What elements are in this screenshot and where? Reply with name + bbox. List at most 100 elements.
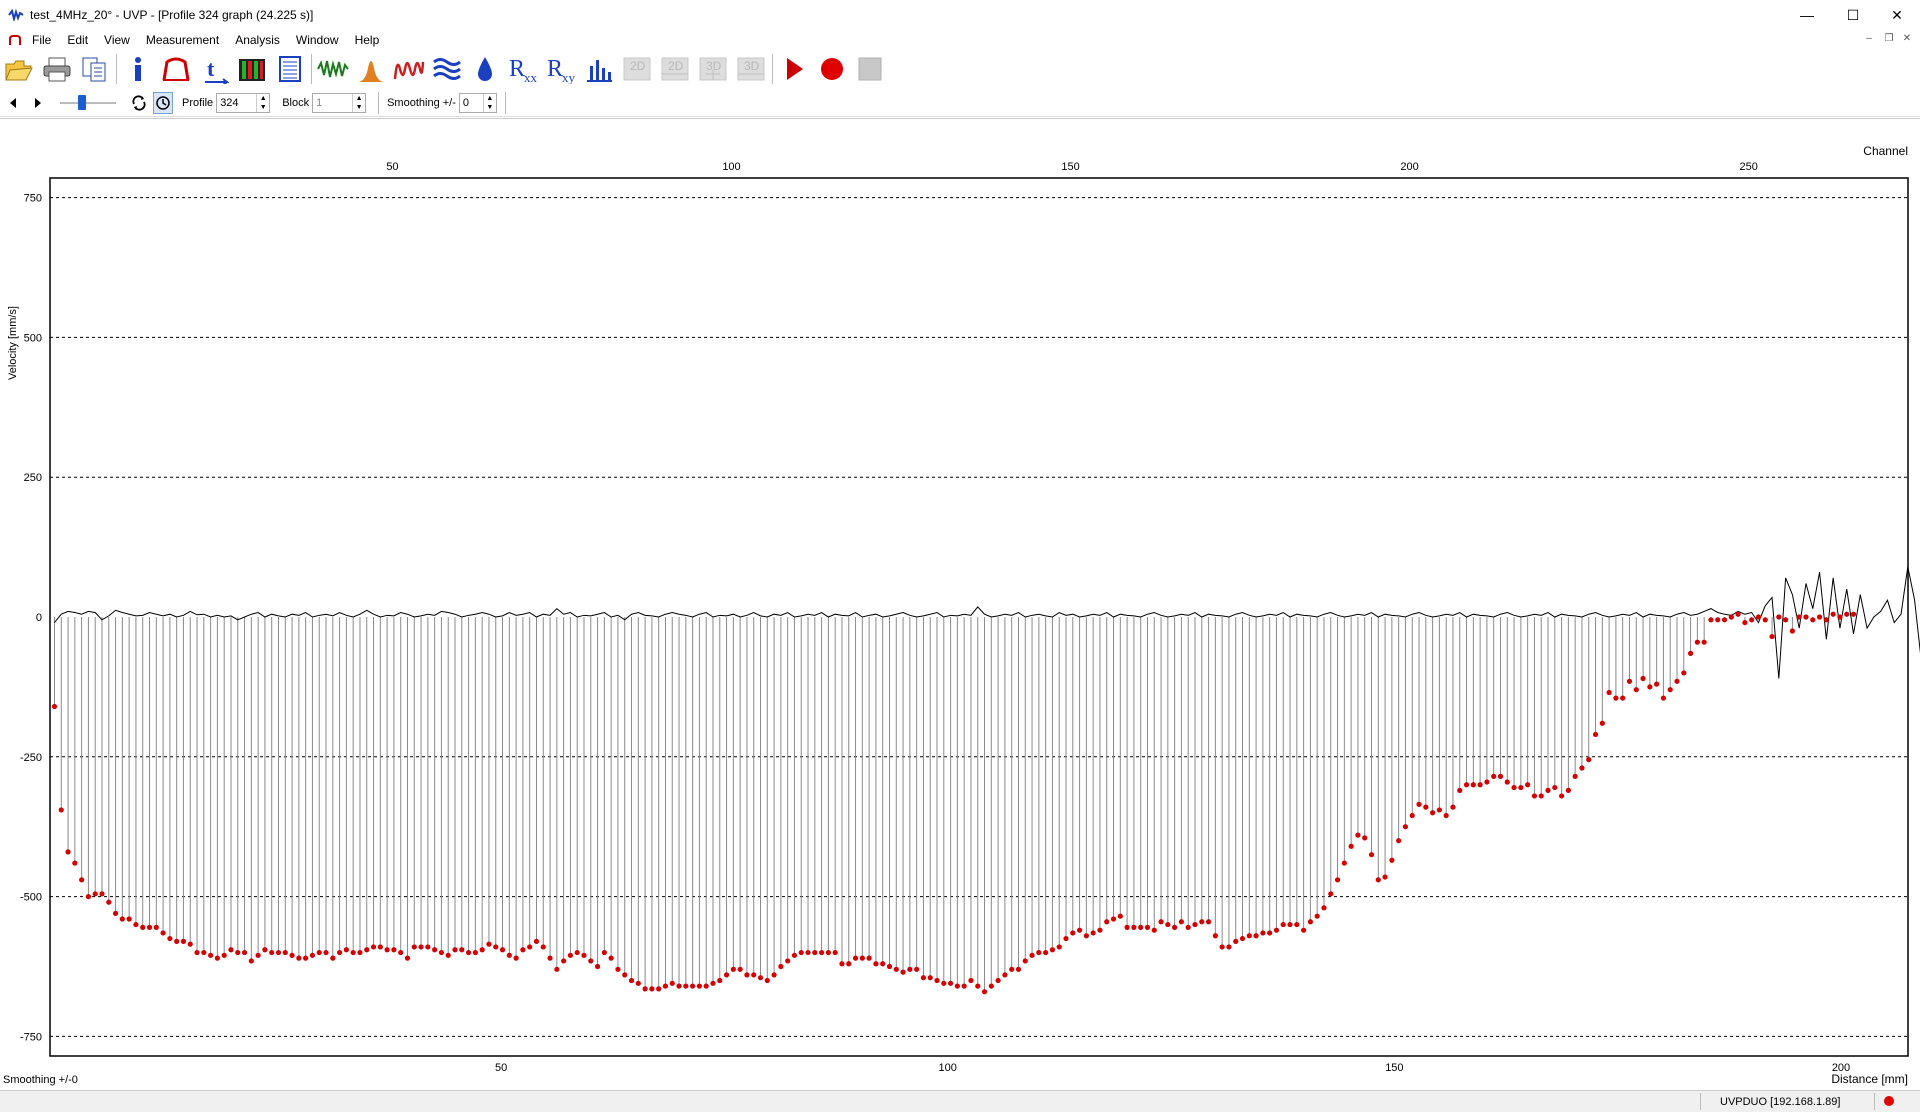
velocity-point — [1022, 958, 1028, 964]
menu-window[interactable]: Window — [288, 33, 347, 47]
velocity-point — [187, 941, 193, 947]
signal-wave-icon[interactable] — [317, 53, 349, 85]
block-spinbox[interactable]: 1 ▲ ▼ — [312, 93, 367, 113]
rxy-icon[interactable]: Rxy — [545, 53, 577, 85]
velocity-point — [533, 938, 540, 944]
velocity-point — [588, 958, 594, 964]
velocity-point — [832, 949, 838, 956]
2d-grid-icon-label: 2D — [668, 59, 684, 73]
print-icon[interactable] — [41, 53, 73, 85]
velocity-point — [690, 983, 696, 989]
profile-value[interactable]: 324 — [217, 97, 256, 109]
water-drop-icon[interactable] — [469, 53, 501, 85]
status-device: UVPDUO [192.168.1.89] — [1720, 1095, 1841, 1108]
velocity-point — [1687, 650, 1694, 656]
menu-edit[interactable]: Edit — [59, 33, 96, 47]
color-map-icon[interactable] — [236, 53, 268, 85]
document-profile-icon[interactable] — [8, 34, 22, 46]
velocity-point — [1260, 930, 1266, 936]
velocity-point — [1212, 933, 1218, 939]
velocity-point — [432, 947, 438, 953]
velocity-point — [506, 952, 512, 958]
velocity-point — [1205, 919, 1212, 925]
bar-chart-icon[interactable] — [583, 53, 615, 85]
menu-view[interactable]: View — [96, 33, 138, 47]
block-spin-arrows[interactable]: ▲ ▼ — [352, 94, 365, 112]
copy-icon[interactable] — [79, 53, 111, 85]
velocity-point — [99, 891, 105, 897]
velocity-point — [771, 972, 777, 978]
smoothing-spinbox[interactable]: 0 ▲ ▼ — [458, 93, 497, 113]
velocity-point — [126, 916, 132, 922]
menu-measurement[interactable]: Measurement — [138, 33, 227, 47]
slider-thumb[interactable] — [78, 95, 86, 110]
info-icon[interactable] — [122, 53, 154, 85]
smoothing-spin-arrows[interactable]: ▲ ▼ — [482, 94, 496, 112]
3d-icon[interactable]: 3D — [697, 53, 729, 85]
previous-profile-button[interactable] — [8, 93, 18, 113]
profile-label: Profile — [182, 97, 214, 109]
history-icon[interactable] — [153, 92, 173, 114]
velocity-point — [1660, 695, 1667, 701]
velocity-point — [744, 972, 750, 978]
velocity-point — [1484, 779, 1490, 785]
velocity-point — [961, 983, 967, 989]
velocity-point — [1307, 919, 1314, 925]
velocity-point — [1525, 782, 1531, 788]
open-folder-icon[interactable] — [3, 53, 35, 85]
y-tick-label: -750 — [20, 1031, 42, 1043]
smoothing-value[interactable]: 0 — [460, 97, 483, 109]
maximize-button[interactable]: ☐ — [1830, 0, 1876, 30]
velocity-point — [1423, 804, 1429, 810]
velocity-profile-chart[interactable]: 750 500 250 0 -250 -500 -750 50 100 150 200 50 100… — [0, 119, 1920, 1089]
next-profile-button[interactable] — [33, 93, 43, 113]
velocity-point — [1477, 782, 1483, 788]
time-axis-icon[interactable]: t — [198, 53, 230, 85]
waves-icon[interactable] — [431, 53, 463, 85]
velocity-point — [459, 947, 465, 953]
velocity-point — [140, 924, 146, 930]
frequency-icon[interactable] — [393, 53, 425, 85]
velocity-point — [214, 955, 220, 961]
3d-grid-icon[interactable]: 3D — [735, 53, 767, 85]
velocity-point — [757, 975, 764, 981]
profile-icon[interactable] — [160, 53, 192, 85]
mdi-close-button[interactable]: ✕ — [1900, 33, 1914, 44]
velocity-point — [1708, 617, 1714, 623]
velocity-point — [1823, 617, 1829, 623]
block-value[interactable]: 1 — [313, 97, 352, 109]
toolbar-separator — [311, 54, 312, 84]
rxx-icon[interactable]: Rxx — [507, 53, 539, 85]
menu-analysis[interactable]: Analysis — [227, 33, 288, 47]
close-button[interactable]: ✕ — [1874, 0, 1920, 30]
2d-grid-icon[interactable]: 2D — [659, 53, 691, 85]
play-icon[interactable] — [778, 53, 810, 85]
mdi-minimize-button[interactable]: – — [1862, 33, 1876, 44]
velocity-point — [1348, 843, 1354, 849]
velocity-point — [296, 955, 302, 961]
histogram-icon[interactable] — [355, 53, 387, 85]
2d-icon[interactable]: 2D — [621, 53, 653, 85]
velocity-point — [628, 977, 635, 984]
velocity-point — [1090, 930, 1096, 936]
velocity-point — [1192, 921, 1198, 928]
velocity-point — [947, 980, 954, 986]
velocity-point — [357, 949, 363, 956]
velocity-point — [1443, 812, 1449, 819]
velocity-point — [1694, 639, 1700, 645]
menu-help[interactable]: Help — [347, 33, 388, 47]
table-icon[interactable] — [274, 53, 306, 85]
velocity-point — [1586, 757, 1592, 763]
profile-spin-arrows[interactable]: ▲ ▼ — [256, 94, 269, 112]
profile-spinbox[interactable]: 324 ▲ ▼ — [216, 93, 271, 113]
record-icon[interactable] — [816, 53, 848, 85]
velocity-point — [1334, 877, 1341, 883]
profile-slider[interactable] — [60, 93, 120, 113]
stop-icon[interactable] — [854, 53, 886, 85]
loop-icon[interactable] — [131, 93, 147, 113]
x-tick-label: 150 — [1385, 1062, 1403, 1074]
toolbar-separator — [504, 92, 506, 114]
mdi-restore-button[interactable]: ❐ — [1882, 33, 1896, 44]
minimize-button[interactable]: — — [1784, 0, 1830, 30]
menu-file[interactable]: File — [24, 33, 59, 47]
